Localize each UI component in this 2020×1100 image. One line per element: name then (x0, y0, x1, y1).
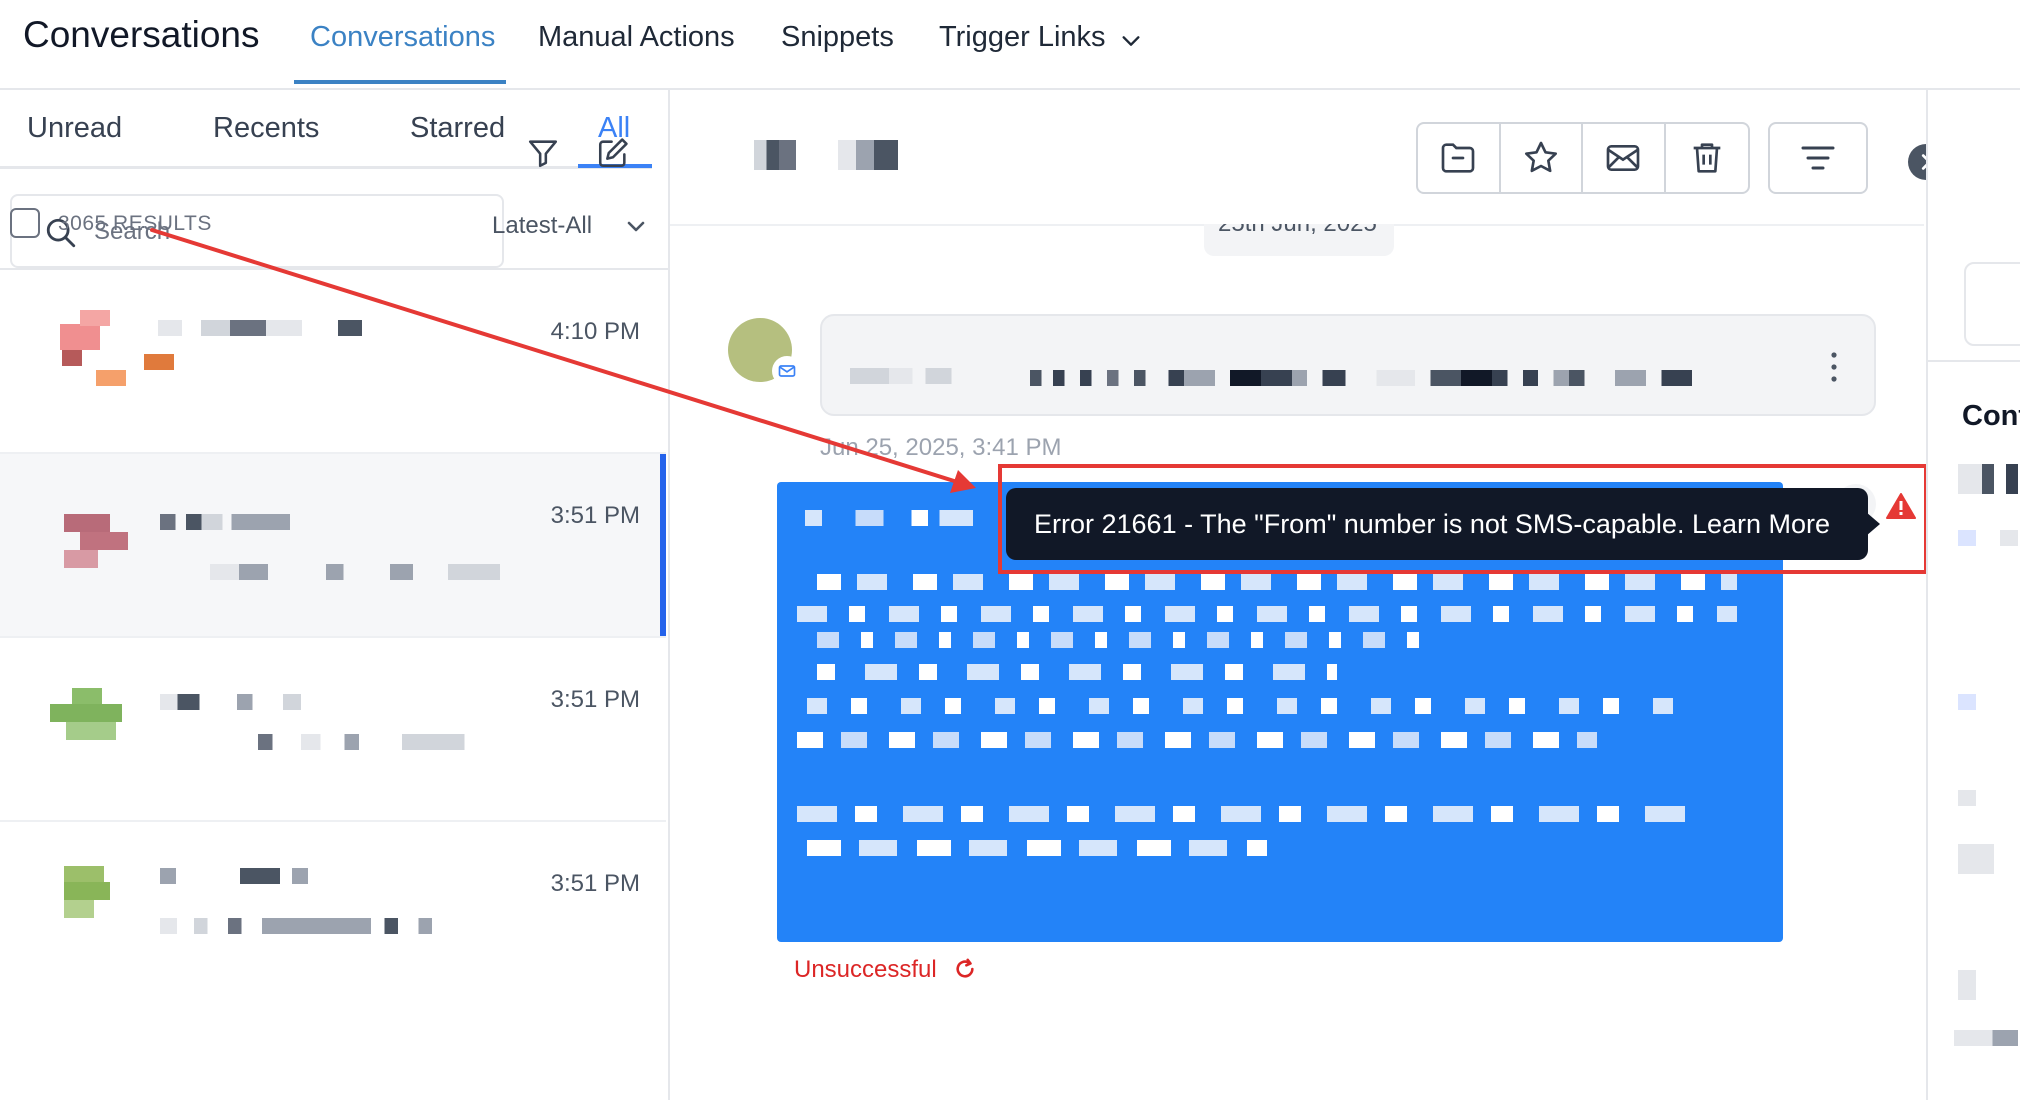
top-bar: Conversations Conversations Manual Actio… (0, 0, 2020, 90)
avatar (64, 900, 94, 918)
thread-actions-toolbar (1416, 122, 1750, 194)
tab-recents[interactable]: Recents (213, 112, 319, 145)
tab-starred[interactable]: Starred (410, 112, 505, 145)
mail-icon (1606, 145, 1640, 171)
contact-details-panel: Cont (1926, 90, 2020, 1100)
mark-unread-button[interactable] (1583, 124, 1666, 192)
avatar (64, 882, 110, 900)
conversation-time: 3:51 PM (550, 502, 640, 529)
message-text-line (807, 840, 1267, 856)
avatar (64, 550, 98, 568)
filter-icon[interactable] (526, 136, 560, 170)
delete-button[interactable] (1666, 124, 1748, 192)
sort-dropdown[interactable]: Latest-All (492, 212, 592, 240)
detail-field (1958, 464, 2018, 494)
contact-name (160, 868, 360, 884)
tab-unread[interactable]: Unread (27, 112, 122, 145)
panel-title: Cont (1962, 400, 2020, 432)
contact-name (158, 320, 398, 336)
kebab-icon[interactable] (1828, 350, 1840, 384)
delivery-status: Unsuccessful (794, 956, 937, 983)
avatar (60, 324, 100, 350)
email-icon (778, 365, 796, 377)
panel-divider (1928, 360, 2020, 362)
tab-conversations[interactable]: Conversations (310, 21, 495, 54)
avatar (80, 310, 110, 326)
message-preview (160, 918, 500, 934)
app-title: Conversations (23, 14, 260, 55)
message-text-line (817, 664, 1337, 680)
tab-manual-actions[interactable]: Manual Actions (538, 21, 735, 54)
conversation-time: 3:51 PM (550, 686, 640, 713)
message-text-line (797, 732, 1597, 748)
avatar (62, 350, 82, 366)
compose-icon[interactable] (596, 136, 630, 170)
select-all-checkbox[interactable] (10, 208, 40, 238)
message-preview (210, 564, 500, 580)
contact-card (1964, 262, 2020, 346)
avatar (72, 688, 102, 704)
active-tab-underline (294, 80, 506, 84)
trash-icon (1693, 143, 1721, 173)
selected-indicator (660, 454, 666, 636)
message-text-line (807, 698, 1687, 714)
conversation-row[interactable]: 4:10 PM (0, 270, 666, 454)
detail-field (1958, 530, 2018, 546)
email-message-bubble[interactable] (820, 314, 1876, 416)
sort-lines-icon (1801, 146, 1835, 170)
annotation-highlight-box (998, 464, 1928, 574)
conversation-row[interactable]: 3:51 PM (0, 454, 666, 638)
conversation-time: 3:51 PM (550, 870, 640, 897)
thread-filter-button[interactable] (1768, 122, 1868, 194)
conversation-row[interactable]: 3:51 PM (0, 638, 666, 822)
results-count: 3065 RESULTS (58, 212, 212, 235)
email-sender (850, 368, 980, 384)
move-to-folder-button[interactable] (1418, 124, 1501, 192)
avatar (66, 722, 116, 740)
date-divider: 25th Jun, 2025 (1204, 224, 1394, 256)
message-text-line (797, 606, 1737, 622)
folder-icon (1441, 143, 1475, 173)
message-timestamp: Jun 25, 2025, 3:41 PM (820, 434, 1062, 461)
star-button[interactable] (1501, 124, 1583, 192)
avatar (64, 866, 104, 882)
avatar (80, 532, 128, 550)
email-subject (1030, 352, 1800, 386)
avatar (64, 514, 110, 532)
detail-field (1958, 790, 2018, 806)
date-divider-label: 25th Jun, 2025 (1218, 224, 1377, 238)
tab-snippets[interactable]: Snippets (781, 21, 894, 54)
contact-name-header (754, 140, 796, 170)
contact-name (160, 514, 290, 530)
contact-name (160, 694, 380, 710)
message-preview (258, 734, 498, 750)
avatar (96, 370, 126, 386)
message-text-line (797, 806, 1697, 822)
detail-field (1958, 844, 2018, 874)
avatar (144, 354, 174, 370)
detail-field (1958, 694, 2018, 710)
message-text-line (817, 632, 1437, 648)
email-channel-badge (772, 356, 802, 386)
conversation-row[interactable]: 3:51 PM (0, 822, 666, 1004)
contact-name-header (838, 140, 898, 170)
tab-trigger-links[interactable]: Trigger Links (939, 21, 1106, 54)
retry-icon[interactable] (954, 958, 976, 980)
detail-field (1954, 1030, 2018, 1046)
conversation-list-panel: Unread Recents Starred All 3065 RESULTS … (0, 90, 670, 1100)
avatar (50, 704, 122, 722)
detail-field (1958, 970, 2018, 1000)
message-text-line (817, 574, 1737, 590)
conversation-time: 4:10 PM (550, 318, 640, 345)
star-icon (1524, 141, 1557, 173)
chevron-down-icon[interactable] (624, 214, 648, 238)
chevron-down-icon[interactable] (1120, 30, 1142, 52)
